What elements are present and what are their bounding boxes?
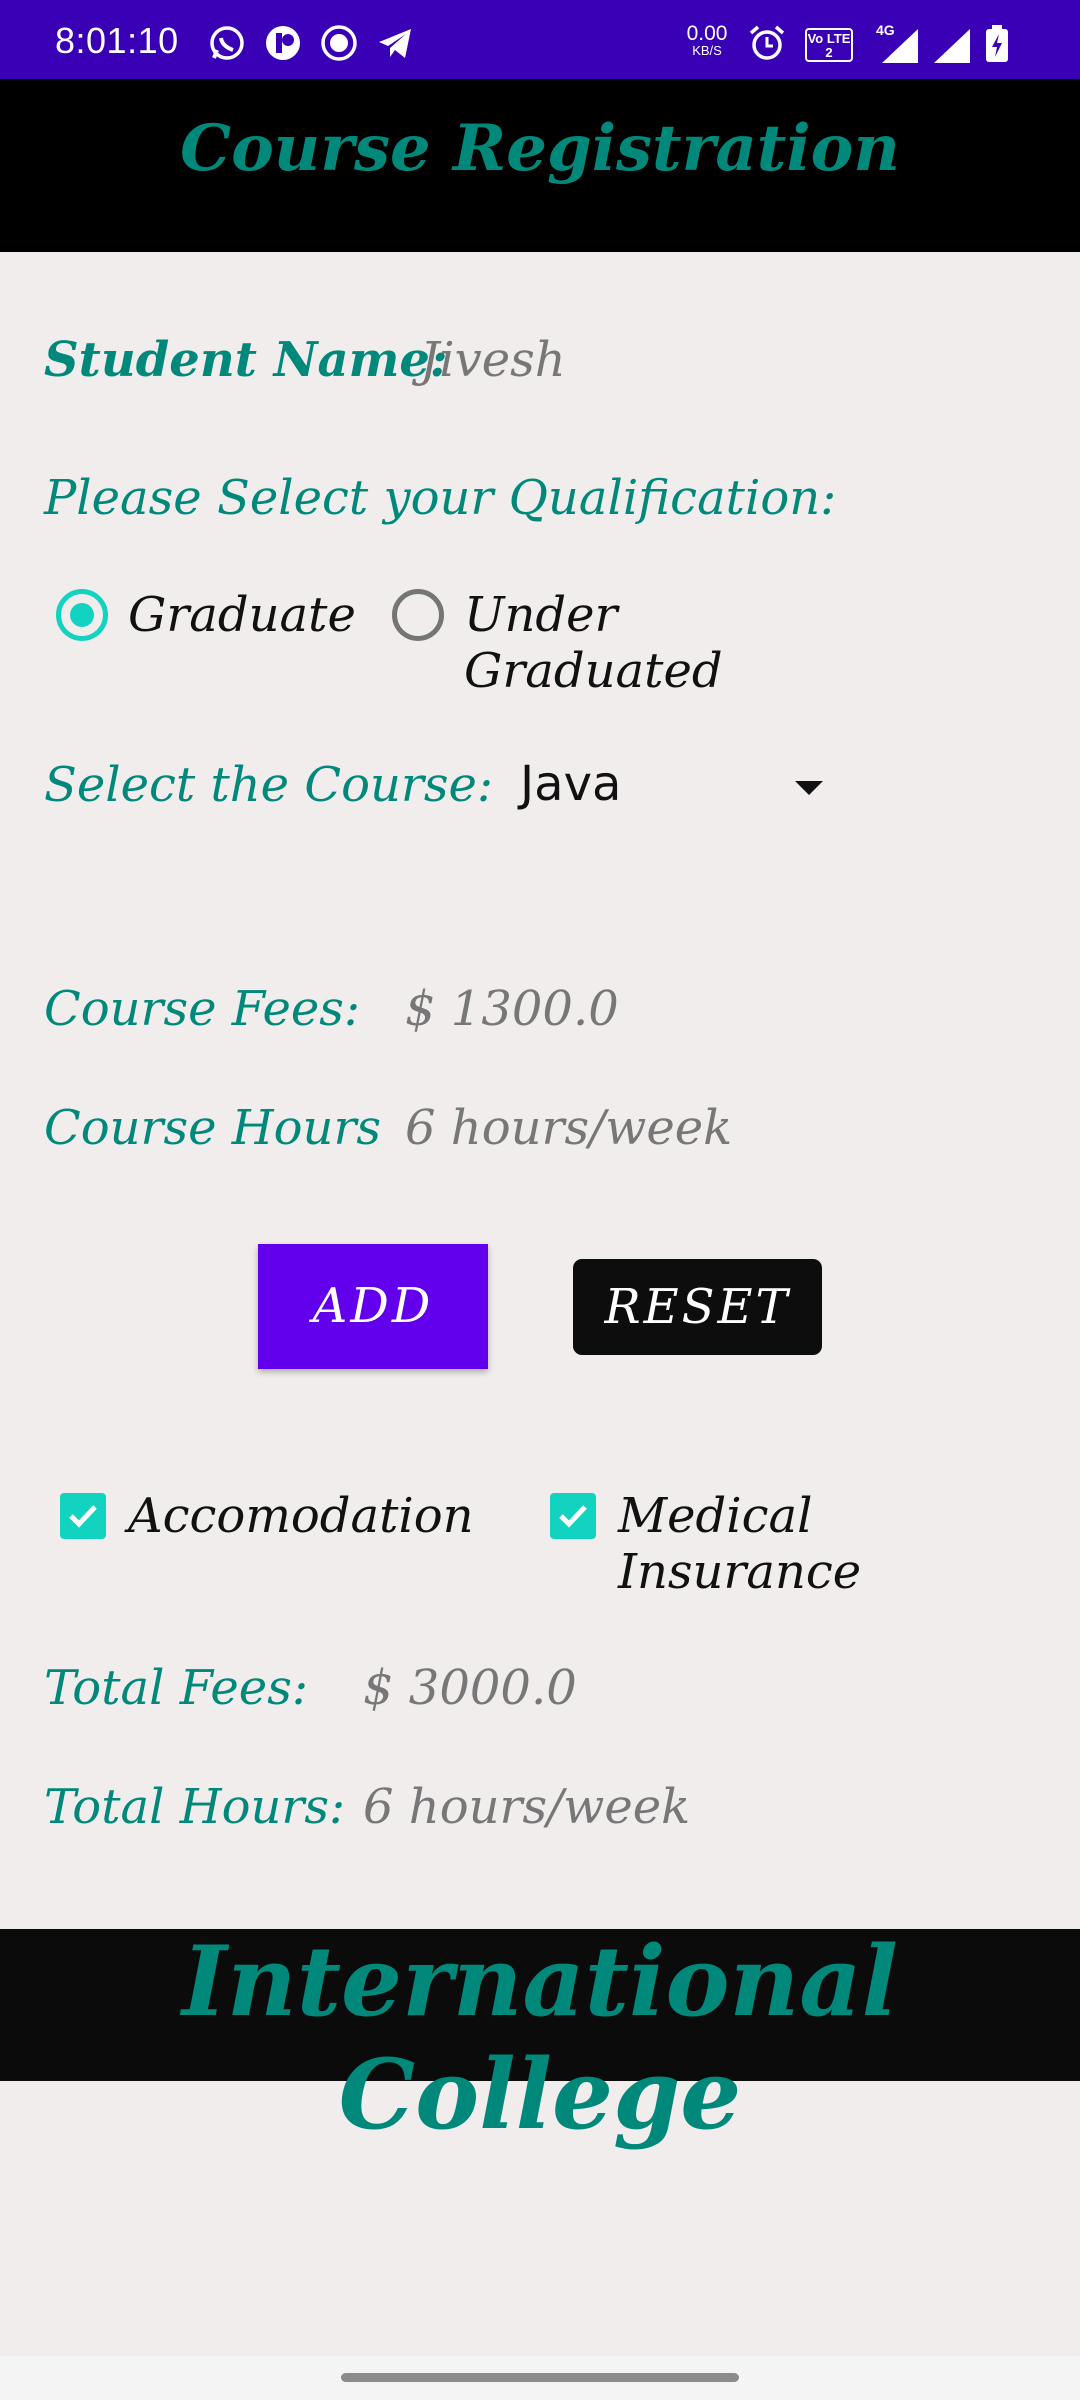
signal-icon — [932, 28, 970, 66]
radio-under-graduated[interactable]: Under Graduated — [392, 587, 872, 699]
checkbox-label-accomodation: Accomodation — [128, 1488, 474, 1544]
telegram-icon — [376, 24, 414, 62]
course-hours-label: Course Hours — [44, 1100, 382, 1156]
total-fees-value: $ 3000.0 — [363, 1660, 577, 1716]
student-name-input[interactable]: Jivesh — [420, 332, 566, 388]
checkbox-accomodation[interactable]: Accomodation — [60, 1488, 474, 1548]
radio-checked-icon[interactable] — [56, 589, 108, 641]
page-title: Course Registration — [180, 111, 900, 186]
network-speed: 0.00 KB/S — [686, 22, 728, 58]
reset-button[interactable]: RESET — [573, 1259, 822, 1355]
total-hours-value: 6 hours/week — [363, 1779, 691, 1835]
course-fees-label: Course Fees: — [44, 981, 361, 1037]
course-dropdown[interactable]: Java — [508, 750, 833, 826]
app-icon — [264, 24, 302, 62]
whatsapp-icon — [208, 24, 246, 62]
add-button[interactable]: ADD — [258, 1244, 488, 1369]
course-selected: Java — [520, 756, 622, 812]
battery-charging-icon — [984, 24, 1022, 62]
course-fees-value: $ 1300.0 — [405, 981, 619, 1037]
course-hours-value: 6 hours/week — [405, 1100, 733, 1156]
course-label: Select the Course: — [44, 757, 494, 813]
alarm-icon — [748, 24, 786, 62]
radio-label-under-graduated: Under Graduated — [464, 587, 723, 699]
checkbox-checked-icon[interactable] — [60, 1493, 106, 1539]
footer-title: International College — [181, 1925, 898, 2151]
radio-label-graduate: Graduate — [128, 587, 356, 643]
radio-graduate[interactable]: Graduate — [56, 587, 356, 647]
checkbox-medical-insurance[interactable]: Medical Insurance — [550, 1488, 1050, 1600]
volte-icon: Vo LTE 2 — [805, 28, 853, 62]
qualification-label: Please Select your Qualification: — [44, 470, 837, 526]
radio-unchecked-icon[interactable] — [392, 589, 444, 641]
checkbox-label-medical-insurance: Medical Insurance — [618, 1488, 862, 1600]
total-fees-label: Total Fees: — [44, 1660, 308, 1716]
total-hours-label: Total Hours: — [44, 1779, 346, 1835]
status-time: 8:01:10 — [55, 20, 179, 61]
dropdown-arrow-icon[interactable] — [795, 781, 823, 795]
signal-icon — [880, 28, 918, 66]
record-icon — [320, 24, 358, 62]
student-name-label: Student Name: — [44, 332, 448, 388]
home-gesture-handle[interactable] — [341, 2373, 739, 2382]
checkbox-checked-icon[interactable] — [550, 1493, 596, 1539]
